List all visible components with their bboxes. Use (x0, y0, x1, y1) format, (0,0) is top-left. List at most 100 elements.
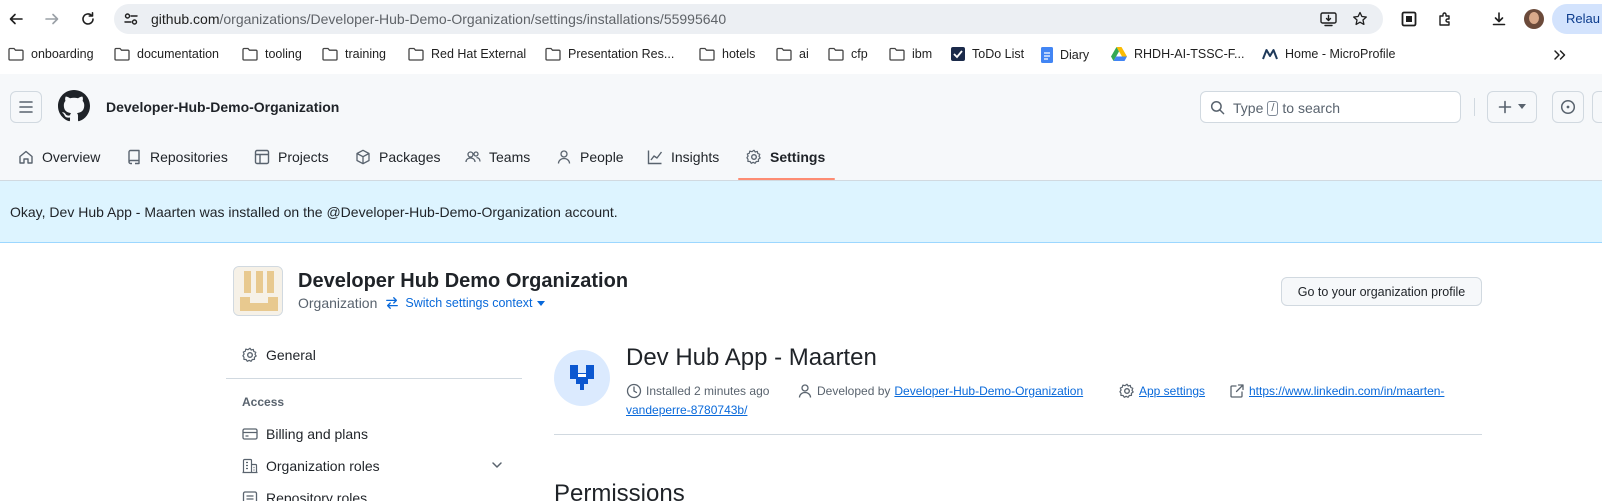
org-title: Developer Hub Demo Organization (298, 270, 629, 292)
flash-notice: Okay, Dev Hub App - Maarten was installe… (0, 181, 1602, 243)
issue-circle-icon (1560, 99, 1576, 115)
github-header: Developer-Hub-Demo-Organization Type / t… (0, 74, 1602, 181)
org-avatar (233, 266, 283, 316)
profile-avatar[interactable] (1524, 9, 1544, 29)
bookmark-diary[interactable]: Diary (1041, 47, 1089, 63)
bookmark-star-icon[interactable] (1352, 11, 1368, 27)
forward-arrow-icon[interactable] (40, 7, 64, 31)
bookmark-presentation-res[interactable]: Presentation Res... (545, 47, 674, 61)
sidebar-item-billing[interactable]: Billing and plans (226, 418, 522, 450)
homepage-meta: https://www.linkedin.com/in/maarten- (1229, 383, 1444, 399)
site-settings-icon[interactable] (123, 11, 139, 27)
back-arrow-icon[interactable] (4, 7, 28, 31)
bookmark-training[interactable]: training (322, 47, 386, 61)
person-icon (797, 383, 817, 399)
tab-overview[interactable]: Overview (18, 133, 100, 181)
search-icon (1210, 100, 1225, 115)
app-name: Dev Hub App - Maarten (626, 344, 877, 371)
downloads-icon[interactable] (1487, 7, 1511, 31)
bookmarks-overflow-icon[interactable] (1553, 48, 1567, 62)
github-logo-icon[interactable] (58, 90, 90, 122)
tab-projects[interactable]: Projects (254, 133, 329, 181)
bookmark-cfp[interactable]: cfp (828, 47, 868, 61)
microprofile-icon (1262, 48, 1285, 60)
docs-icon (1041, 47, 1060, 63)
tab-packages[interactable]: Packages (355, 133, 440, 181)
home-icon (18, 149, 42, 165)
chevron-down-icon[interactable] (490, 458, 504, 472)
bookmark-todo-list[interactable]: ToDo List (951, 47, 1024, 61)
permissions-heading: Permissions (554, 480, 685, 501)
switch-settings-context-button[interactable]: Switch settings context (385, 296, 550, 310)
pull-requests-button[interactable] (1592, 91, 1602, 123)
bookmark-rhdh-ai-tssc[interactable]: RHDH-AI-TSSC-F... (1111, 47, 1244, 61)
bookmark-onboarding[interactable]: onboarding (8, 47, 94, 61)
extension-square-icon[interactable] (1397, 7, 1421, 31)
tab-label: Insights (671, 149, 720, 165)
issues-button[interactable] (1552, 91, 1584, 123)
developed-by-prefix: Developed by (817, 384, 891, 398)
repo-roles-icon (242, 490, 266, 501)
graph-icon (647, 149, 671, 165)
tab-label: People (580, 149, 624, 165)
reload-icon[interactable] (76, 7, 100, 31)
homepage-link[interactable]: https://www.linkedin.com/in/maarten- (1249, 384, 1444, 398)
sidebar-item-repository-roles[interactable]: Repository roles (226, 482, 522, 501)
tab-people[interactable]: People (556, 133, 624, 181)
developed-by-meta: Developed by Developer-Hub-Demo-Organiza… (797, 383, 1083, 399)
bookmark-documentation[interactable]: documentation (114, 47, 219, 61)
relaunch-button[interactable]: Relau (1552, 4, 1602, 34)
url-text[interactable]: github.com/organizations/Developer-Hub-D… (151, 11, 726, 27)
tab-label: Projects (278, 149, 329, 165)
section-divider (554, 434, 1482, 435)
bookmark-ibm[interactable]: ibm (889, 47, 932, 61)
tab-teams[interactable]: Teams (465, 133, 530, 181)
installed-text: Installed 2 minutes ago (646, 384, 770, 398)
org-subtitle: Organization Switch settings context (298, 295, 551, 311)
address-bar[interactable]: github.com/organizations/Developer-Hub-D… (114, 4, 1383, 34)
switch-settings-label: Switch settings context (405, 296, 533, 310)
bookmark-label: Home - MicroProfile (1285, 47, 1396, 61)
active-tab-indicator (738, 178, 835, 180)
go-to-org-profile-button[interactable]: Go to your organization profile (1281, 277, 1482, 306)
table-icon (254, 149, 278, 165)
app-settings-link[interactable]: App settings (1139, 384, 1205, 398)
gear-icon (242, 347, 266, 363)
homepage-link-continued[interactable]: vandeperre-8780743b/ (626, 403, 747, 417)
org-name-link[interactable]: Developer-Hub-Demo-Organization (106, 99, 339, 115)
search-suffix: to search (1282, 100, 1341, 116)
tab-settings[interactable]: Settings (746, 133, 825, 181)
url-host: github.com (151, 11, 220, 27)
bookmark-label: hotels (722, 47, 756, 61)
search-input[interactable]: Type / to search (1200, 91, 1461, 123)
bookmark-ai[interactable]: ai (776, 47, 809, 61)
triangle-down-icon (536, 300, 551, 306)
sidebar-item-label: General (266, 347, 316, 363)
developer-link[interactable]: Developer-Hub-Demo-Organization (894, 384, 1083, 398)
folder-icon (889, 47, 912, 61)
bookmark-home-microprofile[interactable]: Home - MicroProfile (1262, 47, 1395, 61)
sidebar-item-organization-roles[interactable]: Organization roles (226, 450, 522, 482)
bookmark-label: Red Hat External (431, 47, 527, 61)
menu-button[interactable] (10, 91, 42, 123)
bookmark-hotels[interactable]: hotels (699, 47, 755, 61)
sidebar-item-label: Organization roles (266, 458, 380, 474)
bookmark-red-hat-external[interactable]: Red Hat External (408, 47, 526, 61)
tab-repositories[interactable]: Repositories (126, 133, 228, 181)
bookmark-tooling[interactable]: tooling (242, 47, 302, 61)
sidebar-item-general[interactable]: General (226, 339, 522, 371)
clock-icon (626, 383, 646, 399)
tab-label: Overview (42, 149, 101, 165)
create-new-button[interactable] (1487, 91, 1537, 123)
people-icon (465, 149, 489, 165)
link-external-icon (1229, 383, 1249, 399)
bookmark-label: training (345, 47, 386, 61)
bookmark-label: ibm (912, 47, 933, 61)
arrow-switch-icon (385, 296, 405, 310)
extensions-puzzle-icon[interactable] (1433, 7, 1457, 31)
install-app-icon[interactable] (1320, 11, 1337, 27)
tab-insights[interactable]: Insights (647, 133, 719, 181)
folder-icon (828, 47, 851, 61)
url-path: /organizations/Developer-Hub-Demo-Organi… (219, 11, 727, 27)
sidebar-heading-access: Access (242, 395, 285, 409)
